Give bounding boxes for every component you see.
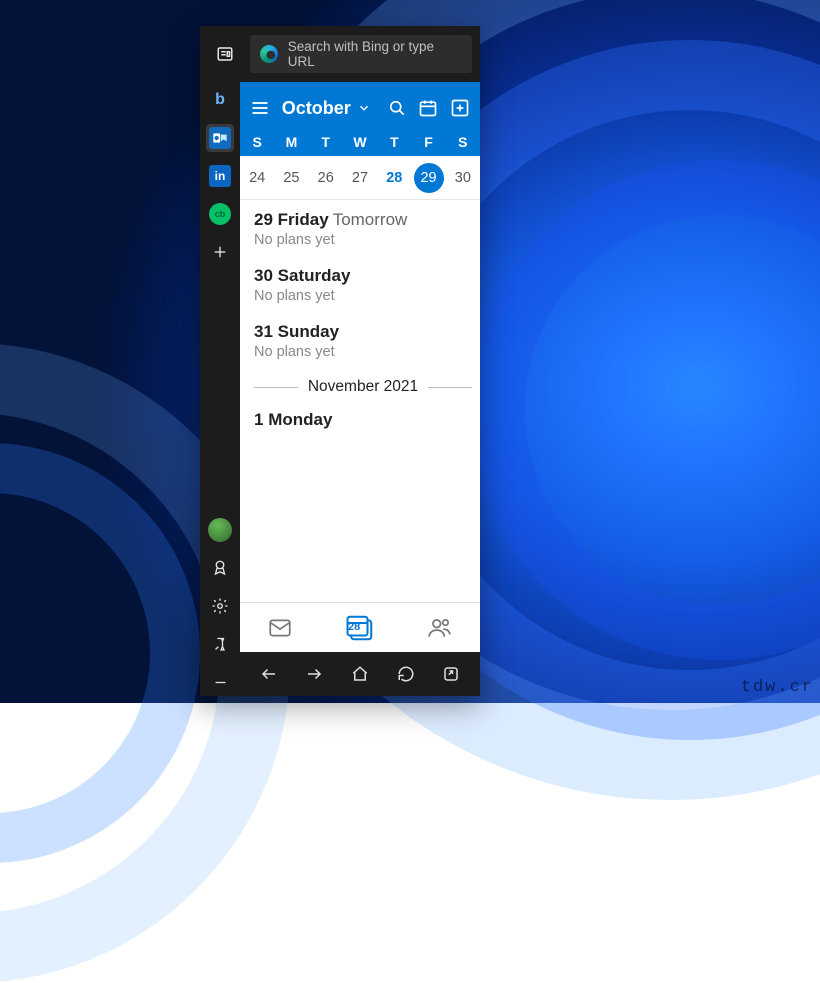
rewards-icon[interactable] bbox=[206, 554, 234, 582]
minimize-icon[interactable] bbox=[206, 668, 234, 696]
side-rail: b in cb bbox=[200, 82, 240, 696]
people-tab[interactable] bbox=[415, 608, 465, 648]
linkedin-icon[interactable]: in bbox=[206, 162, 234, 190]
dow-mon: M bbox=[274, 134, 308, 150]
watermark-text: tdw.cr bbox=[741, 678, 814, 697]
date-cell[interactable]: 25 bbox=[274, 156, 308, 199]
browser-nav-bar bbox=[240, 652, 480, 696]
new-event-button[interactable] bbox=[446, 88, 474, 128]
agenda-day[interactable]: 30 Saturday No plans yet bbox=[254, 266, 480, 304]
dow-wed: W bbox=[343, 134, 377, 150]
settings-icon[interactable] bbox=[206, 592, 234, 620]
outlook-icon[interactable] bbox=[206, 124, 234, 152]
no-plans-label: No plans yet bbox=[254, 232, 480, 248]
back-button[interactable] bbox=[252, 657, 286, 691]
pin-icon[interactable] bbox=[206, 630, 234, 658]
dow-fri: F bbox=[411, 134, 445, 150]
hamburger-icon[interactable] bbox=[246, 88, 274, 128]
no-plans-label: No plans yet bbox=[254, 344, 480, 360]
dow-thu: T bbox=[377, 134, 411, 150]
today-icon[interactable] bbox=[415, 88, 443, 128]
home-button[interactable] bbox=[343, 657, 377, 691]
dow-sat: S bbox=[446, 134, 480, 150]
add-widget-button[interactable] bbox=[206, 238, 234, 266]
agenda-day[interactable]: 1 Monday bbox=[254, 410, 480, 430]
agenda-list[interactable]: 29 FridayTomorrow No plans yet 30 Saturd… bbox=[240, 200, 480, 602]
widgets-panel: Search with Bing or type URL b in cb bbox=[200, 26, 480, 696]
date-cell[interactable]: 30 bbox=[446, 156, 480, 199]
month-divider: November 2021 bbox=[254, 378, 472, 396]
search-placeholder: Search with Bing or type URL bbox=[288, 39, 462, 69]
edge-icon bbox=[260, 45, 278, 63]
search-input[interactable]: Search with Bing or type URL bbox=[250, 35, 472, 73]
dow-tue: T bbox=[309, 134, 343, 150]
user-avatar[interactable] bbox=[206, 516, 234, 544]
calendar-tab[interactable]: 28 bbox=[335, 608, 385, 648]
mail-tab[interactable] bbox=[255, 608, 305, 648]
no-plans-label: No plans yet bbox=[254, 288, 480, 304]
date-cell-today[interactable]: 29 bbox=[411, 156, 445, 199]
open-external-button[interactable] bbox=[434, 657, 468, 691]
chevron-down-icon bbox=[357, 101, 371, 115]
search-icon[interactable] bbox=[383, 88, 411, 128]
agenda-day[interactable]: 31 Sunday No plans yet bbox=[254, 322, 480, 360]
news-icon[interactable] bbox=[208, 37, 242, 71]
calendar-widget: October S M bbox=[240, 82, 480, 696]
calendar-header: October S M bbox=[240, 82, 480, 156]
calendar-badge: 28 bbox=[348, 621, 360, 633]
month-label: October bbox=[282, 98, 351, 119]
refresh-button[interactable] bbox=[389, 657, 423, 691]
month-selector[interactable]: October bbox=[278, 98, 375, 119]
dow-sun: S bbox=[240, 134, 274, 150]
bing-icon[interactable]: b bbox=[206, 86, 234, 114]
date-cell[interactable]: 24 bbox=[240, 156, 274, 199]
date-row: 24 25 26 27 28 29 30 bbox=[240, 156, 480, 200]
top-bar: Search with Bing or type URL bbox=[200, 26, 480, 82]
date-cell[interactable]: 28 bbox=[377, 156, 411, 199]
cb-icon[interactable]: cb bbox=[206, 200, 234, 228]
weekday-row: S M T W T F S bbox=[240, 134, 480, 156]
agenda-day[interactable]: 29 FridayTomorrow No plans yet bbox=[254, 210, 480, 248]
bottom-tab-bar: 28 bbox=[240, 602, 480, 652]
date-cell[interactable]: 26 bbox=[309, 156, 343, 199]
forward-button[interactable] bbox=[297, 657, 331, 691]
date-cell[interactable]: 27 bbox=[343, 156, 377, 199]
